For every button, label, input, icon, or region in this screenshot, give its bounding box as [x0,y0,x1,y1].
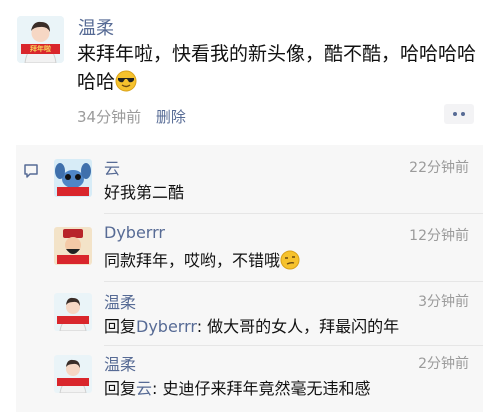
commenter-avatar[interactable] [54,293,92,331]
post-meta: 34分钟前 删除 [77,106,186,127]
comment-text: 回复Dyberrr: 做大哥的女人，拜最闪的年 [104,313,399,337]
reply-prefix: 回复 [104,317,137,336]
commenter-name[interactable]: 温柔 [104,351,136,375]
comment-text: 同款拜年，哎哟，不错哦 [104,247,300,274]
divider [104,213,483,214]
avatar-banner-text: 拜年啦 [30,45,51,53]
stitch-avatar-image [54,159,92,197]
avatar-image [54,293,92,331]
sunglasses-emoji-icon [115,70,137,100]
more-options-button[interactable] [444,104,474,124]
commenter-avatar[interactable] [54,227,92,265]
post-time: 34分钟前 [77,108,142,126]
reply-to-name[interactable]: Dyberrr [136,317,197,336]
divider [104,345,483,346]
comment-time: 22分钟前 [409,160,469,176]
dot-icon [453,112,457,116]
comment-body: : 史迪仔来拜年竟然毫无违和感 [152,379,371,398]
commenter-name[interactable]: 云 [104,155,120,179]
post-author-avatar[interactable]: 拜年啦 [17,16,64,63]
commenter-name[interactable]: Dyberrr [104,223,165,242]
delete-link[interactable]: 删除 [156,108,186,126]
commenter-name[interactable]: 温柔 [104,289,136,313]
reply-to-name[interactable]: 云 [136,379,152,398]
dot-icon [461,112,465,116]
divider [104,281,483,282]
comment-text: 好我第二酷 [104,183,185,202]
comments-section: 云 22分钟前 好我第二酷 Dyberrr 12分钟前 同款拜年，哎哟，不错哦 [16,145,483,412]
avatar-image [17,16,64,63]
comment-time: 12分钟前 [409,228,469,244]
post-text: 来拜年啦，快看我的新头像，酷不酷，哈哈哈哈哈哈 [77,40,482,100]
comment-text: 回复云: 史迪仔来拜年竟然毫无违和感 [104,375,371,399]
comment-icon [24,164,38,178]
commenter-avatar[interactable] [54,355,92,393]
comment-body: 同款拜年，哎哟，不错哦 [104,251,281,270]
smirk-emoji-icon [280,250,300,274]
comment-time: 3分钟前 [418,294,469,310]
post-author-name[interactable]: 温柔 [78,14,114,40]
commenter-avatar[interactable] [54,159,92,197]
god-of-wealth-avatar-image [54,227,92,265]
comment-time: 2分钟前 [418,356,469,372]
comment-body: : 做大哥的女人，拜最闪的年 [196,317,400,336]
reply-prefix: 回复 [104,379,137,398]
avatar-image [54,355,92,393]
